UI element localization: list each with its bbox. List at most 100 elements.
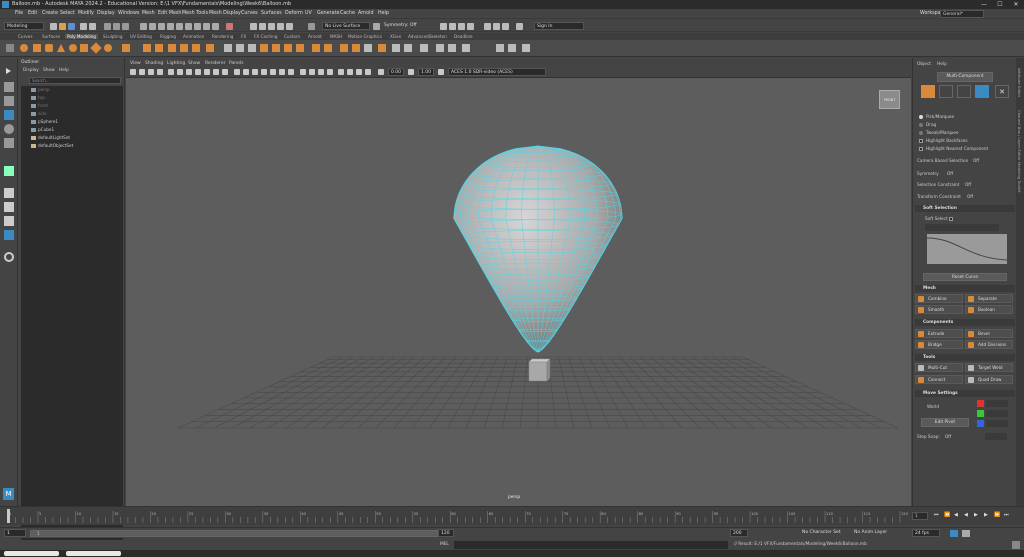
- gamma-field[interactable]: 1.00: [418, 68, 434, 76]
- menu-mesh[interactable]: Mesh: [142, 11, 155, 16]
- rotate-tool-icon[interactable]: [4, 124, 14, 134]
- auto-uv-icon[interactable]: [404, 44, 412, 52]
- symmetry-status[interactable]: Symmetry: Off: [382, 22, 422, 30]
- shelf-tab-animation[interactable]: Animation: [183, 34, 204, 39]
- snap-live-icon[interactable]: [286, 23, 293, 30]
- viewport-menu-lighting[interactable]: Lighting: [167, 61, 185, 66]
- freeze-transforms-icon[interactable]: [496, 44, 504, 52]
- camera-attributes-icon[interactable]: [139, 69, 145, 75]
- render-mask-icon[interactable]: [203, 23, 210, 30]
- highlight-backfaces-checkbox[interactable]: Highlight Backfaces: [919, 138, 968, 143]
- toolkit-menu-help[interactable]: Help: [937, 62, 947, 67]
- minimize-button[interactable]: —: [976, 0, 992, 9]
- step-snap-field[interactable]: [985, 433, 1007, 440]
- list-item[interactable]: pSphere1: [31, 119, 58, 124]
- snap-grid-icon[interactable]: [250, 23, 257, 30]
- depth-of-field-icon[interactable]: [327, 69, 333, 75]
- menu-edit[interactable]: Edit: [28, 11, 37, 16]
- grid-toggle-icon[interactable]: [168, 69, 174, 75]
- z-axis-icon[interactable]: [977, 420, 984, 427]
- close-button[interactable]: ✕: [1008, 0, 1024, 9]
- perspective-viewport[interactable]: FRONT persp: [126, 78, 911, 506]
- super-shape-icon[interactable]: [122, 44, 130, 52]
- outliner-menu-display[interactable]: Display: [23, 68, 39, 73]
- smooth-shade-icon[interactable]: [243, 69, 249, 75]
- menu-edit-mesh[interactable]: Edit Mesh: [158, 11, 181, 16]
- open-scene-icon[interactable]: [59, 23, 66, 30]
- outliner-menu-show[interactable]: Show: [43, 68, 55, 73]
- deform-mask-icon[interactable]: [185, 23, 192, 30]
- select-tool-icon[interactable]: [6, 68, 11, 74]
- dynamics-mask-icon[interactable]: [194, 23, 201, 30]
- exposure-field[interactable]: 0.00: [388, 68, 404, 76]
- screen-space-ao-icon[interactable]: [300, 69, 306, 75]
- toolkit-menu-object[interactable]: Object: [917, 62, 931, 67]
- menu-mesh-display[interactable]: Mesh Display: [209, 11, 241, 16]
- menu-mesh-tools[interactable]: Mesh Tools: [182, 11, 208, 16]
- exposure-icon[interactable]: [378, 69, 384, 75]
- viewport-menu-shading[interactable]: Shading: [145, 61, 163, 66]
- list-item[interactable]: pCube1: [31, 127, 54, 132]
- viewport-menu-show[interactable]: Show: [188, 61, 200, 66]
- anim-prefs-icon[interactable]: [962, 530, 970, 537]
- falloff-mode-field[interactable]: [925, 224, 999, 231]
- arnold-render-icon[interactable]: [484, 23, 491, 30]
- scale-tool-icon[interactable]: [4, 138, 14, 148]
- quad-draw-icon[interactable]: [378, 44, 386, 52]
- append-polygon-icon[interactable]: [312, 44, 320, 52]
- shelf-tab-xgen[interactable]: XGen: [390, 34, 401, 39]
- resolution-gate-icon[interactable]: [186, 69, 192, 75]
- save-scene-icon[interactable]: [68, 23, 75, 30]
- extrude-button[interactable]: Extrude: [915, 329, 963, 338]
- shelf-tab-custom[interactable]: Custom: [284, 34, 300, 39]
- character-set-select[interactable]: No Character Set: [800, 529, 848, 537]
- shadows-icon[interactable]: [288, 69, 294, 75]
- sign-in-button[interactable]: Sign In: [534, 22, 584, 30]
- modeling-toolkit-tab[interactable]: Modeling Toolkit: [1017, 162, 1022, 193]
- z-value-field[interactable]: [986, 420, 1008, 427]
- harden-edge-icon[interactable]: [448, 44, 456, 52]
- start-time-field[interactable]: 1: [4, 529, 26, 537]
- menu-modify[interactable]: Modify: [78, 11, 94, 16]
- list-item[interactable]: front: [31, 103, 48, 108]
- render-settings-icon[interactable]: [458, 23, 465, 30]
- xray-icon[interactable]: [347, 69, 353, 75]
- object-mode-icon[interactable]: [921, 85, 935, 98]
- persp-outliner-icon[interactable]: [4, 216, 14, 226]
- show-manipulator-icon[interactable]: [4, 166, 14, 176]
- go-to-end-icon[interactable]: ⏭: [1004, 512, 1009, 518]
- gamma-icon[interactable]: [408, 69, 414, 75]
- mirror-icon[interactable]: [236, 44, 244, 52]
- time-slider-ruler[interactable]: 1 5 10 15 20 25 30 35 40 45 50 55 60 65 70 75 80 85 90 95 10…: [0, 507, 912, 525]
- ipr-render-icon[interactable]: [449, 23, 456, 30]
- playback-end-field[interactable]: 120: [438, 529, 454, 537]
- make-live-icon[interactable]: [308, 23, 315, 30]
- multisample-aa-icon[interactable]: [318, 69, 324, 75]
- surface-mask-icon[interactable]: [176, 23, 183, 30]
- shelf-tab-curves[interactable]: Curves: [18, 34, 33, 39]
- smooth-icon[interactable]: [206, 44, 214, 52]
- poly-text-icon[interactable]: [155, 44, 163, 52]
- step-back-frame-icon[interactable]: ◀: [954, 512, 958, 518]
- xray-active-icon[interactable]: [356, 69, 362, 75]
- menu-surfaces[interactable]: Surfaces: [261, 11, 282, 16]
- add-divisions-button[interactable]: Add Divisions: [965, 340, 1013, 349]
- menu-display[interactable]: Display: [97, 11, 115, 16]
- bevel-icon[interactable]: [296, 44, 304, 52]
- wireframe-on-shaded-icon[interactable]: [261, 69, 267, 75]
- poly-cube-icon[interactable]: [33, 44, 41, 52]
- isolate-select-icon[interactable]: [338, 69, 344, 75]
- shelf-tab-mash[interactable]: MASH: [330, 34, 342, 39]
- end-time-field[interactable]: 200: [730, 529, 748, 537]
- target-weld-icon[interactable]: [352, 44, 360, 52]
- step-forward-frame-icon[interactable]: ▶: [984, 512, 988, 518]
- shelf-tab-fx[interactable]: FX: [241, 34, 246, 39]
- poly-disc-icon[interactable]: [90, 42, 102, 54]
- maximize-button[interactable]: ☐: [992, 0, 1008, 9]
- falloff-curve-graph[interactable]: [927, 234, 1007, 264]
- selection-mask-icon[interactable]: [140, 23, 147, 30]
- edge-mode-icon[interactable]: [957, 85, 971, 98]
- soft-edge-icon[interactable]: [436, 44, 444, 52]
- menu-file[interactable]: File: [15, 11, 23, 16]
- poly-sphere-icon[interactable]: [20, 44, 28, 52]
